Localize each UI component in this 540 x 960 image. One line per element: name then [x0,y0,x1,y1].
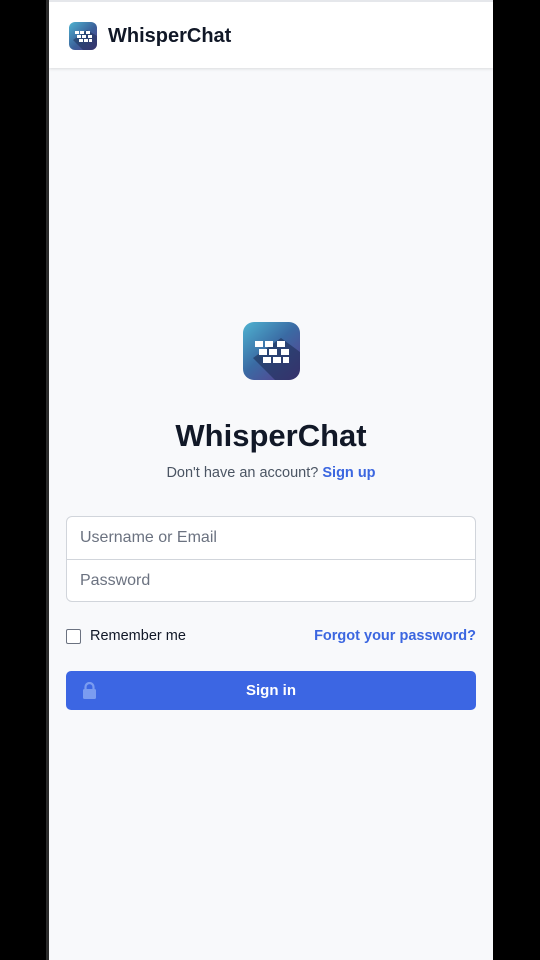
remember-me-checkbox[interactable] [66,628,81,644]
remember-me[interactable]: Remember me [66,627,186,645]
top-navbar: WhisperChat [49,0,493,68]
signup-link[interactable]: Sign up [322,465,375,481]
no-account-text: Don't have an account? [166,465,319,481]
page-title: WhisperChat [175,418,367,453]
remember-me-label[interactable]: Remember me [90,627,186,645]
credentials-form [66,516,476,602]
header-app-name[interactable]: WhisperChat [108,24,231,48]
password-input[interactable] [67,560,475,601]
whisperchat-logo-icon [243,322,300,380]
sign-in-label: Sign in [246,682,296,699]
forgot-password-link[interactable]: Forgot your password? [314,627,476,645]
username-input[interactable] [67,517,475,559]
whisperchat-logo-icon[interactable] [69,22,97,50]
lock-icon [83,682,96,699]
sign-in-button[interactable]: Sign in [66,671,476,710]
login-page: WhisperChat WhisperChat Don't have an ac… [49,0,493,960]
signup-prompt: Don't have an account? Sign up [49,463,493,483]
